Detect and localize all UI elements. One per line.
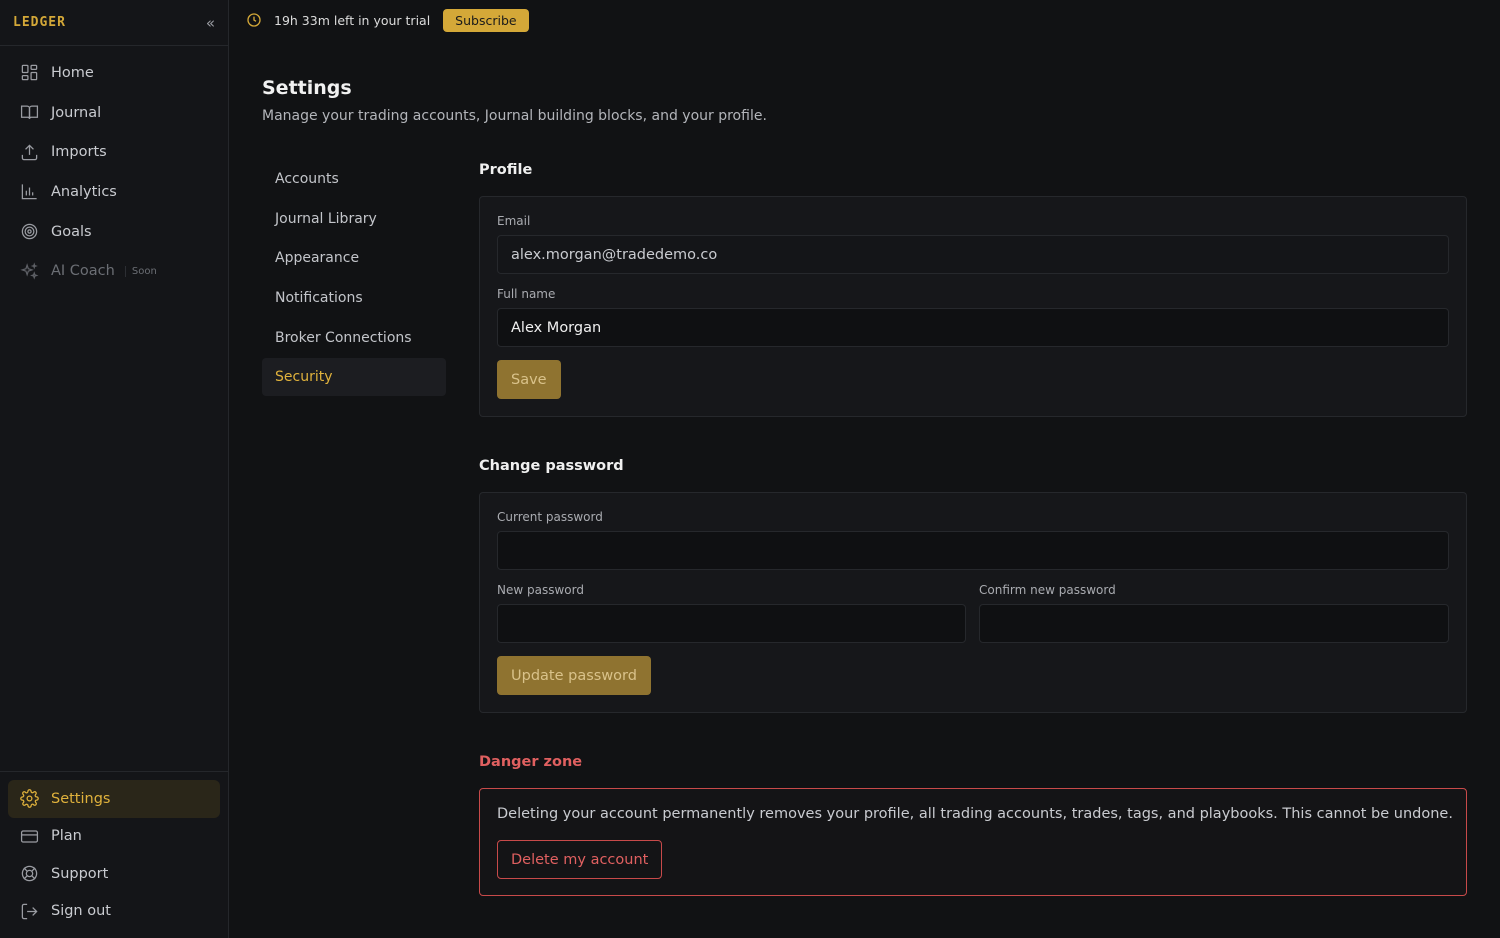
page-subtitle: Manage your trading accounts, Journal bu…: [262, 108, 767, 124]
sidebar-bottom: Settings Plan Support Sign out: [0, 771, 228, 938]
sidebar-item-plan[interactable]: Plan: [8, 818, 220, 856]
gear-icon: [20, 789, 39, 809]
sidebar-item-label: Settings: [51, 790, 111, 807]
nav-item-label: Imports: [51, 144, 107, 161]
settings-tab-accounts[interactable]: Accounts: [262, 160, 446, 198]
chevrons-left-icon[interactable]: «: [206, 14, 215, 32]
upload-icon: [21, 144, 38, 160]
change-password-section-title: Change password: [479, 458, 624, 474]
update-password-button[interactable]: Update password: [497, 656, 651, 695]
nav-item-label: Analytics: [51, 183, 117, 200]
main-nav: Home Journal Imports Analytics Goals AI …: [0, 46, 228, 291]
nav-item-ai-coach: AI Coach Soon: [0, 251, 228, 291]
email-label: Email: [497, 214, 531, 228]
grid-icon: [21, 65, 38, 81]
sidebar-item-label: Support: [51, 865, 109, 882]
sidebar-header: LEDGER «: [0, 0, 228, 46]
brand-logo: LEDGER: [13, 15, 66, 30]
confirm-password-label: Confirm new password: [979, 583, 1116, 597]
lifebuoy-icon: [21, 865, 38, 882]
settings-tab-notifications[interactable]: Notifications: [262, 279, 446, 317]
sidebar: LEDGER « Home Journal Imports Analytics …: [0, 0, 229, 938]
sidebar-item-label: Plan: [51, 828, 82, 845]
page-title: Settings: [262, 77, 352, 99]
current-password-field[interactable]: [497, 531, 1449, 570]
danger-zone-card: Deleting your account permanently remove…: [479, 788, 1467, 896]
settings-tab-broker-connections[interactable]: Broker Connections: [262, 319, 446, 357]
settings-nav: Accounts Journal Library Appearance Noti…: [262, 160, 446, 398]
bar-chart-icon: [21, 184, 37, 200]
credit-card-icon: [20, 830, 39, 843]
nav-item-label: Journal: [51, 104, 102, 121]
sidebar-item-support[interactable]: Support: [8, 855, 220, 893]
danger-zone-text: Deleting your account permanently remove…: [497, 806, 1453, 822]
change-password-card: Current password New password Confirm ne…: [479, 492, 1467, 713]
target-icon: [21, 223, 38, 240]
book-icon: [20, 105, 39, 119]
settings-tab-security[interactable]: Security: [262, 358, 446, 397]
new-password-field[interactable]: [497, 604, 966, 643]
sign-out-icon: [21, 903, 38, 920]
nav-item-label: Goals: [51, 223, 92, 240]
soon-badge: Soon: [124, 265, 157, 277]
new-password-label: New password: [497, 583, 584, 597]
clock-icon: [247, 13, 261, 27]
save-button[interactable]: Save: [497, 360, 561, 399]
nav-item-imports[interactable]: Imports: [0, 132, 228, 172]
current-password-label: Current password: [497, 510, 603, 524]
nav-item-label: Home: [51, 64, 94, 81]
delete-account-button[interactable]: Delete my account: [497, 840, 663, 879]
profile-card: Email Full name Save: [479, 196, 1467, 417]
subscribe-button[interactable]: Subscribe: [443, 8, 529, 32]
sparkles-icon: [20, 262, 39, 280]
settings-tab-appearance[interactable]: Appearance: [262, 239, 446, 277]
nav-item-goals[interactable]: Goals: [0, 212, 228, 252]
sidebar-item-sign-out[interactable]: Sign out: [8, 893, 220, 931]
profile-section-title: Profile: [479, 162, 533, 178]
nav-item-journal[interactable]: Journal: [0, 93, 228, 133]
confirm-password-field[interactable]: [979, 604, 1449, 643]
nav-item-label: AI Coach: [51, 263, 115, 280]
settings-tab-journal-library[interactable]: Journal Library: [262, 200, 446, 238]
main-content: 19h 33m left in your trial Subscribe Set…: [229, 0, 1500, 938]
full-name-label: Full name: [497, 287, 556, 301]
nav-item-analytics[interactable]: Analytics: [0, 172, 228, 212]
sidebar-item-label: Sign out: [51, 903, 111, 920]
email-field[interactable]: [497, 235, 1449, 274]
danger-zone-title: Danger zone: [479, 754, 583, 770]
full-name-field[interactable]: [497, 308, 1449, 347]
sidebar-item-settings[interactable]: Settings: [8, 780, 220, 818]
trial-text: 19h 33m left in your trial: [274, 12, 431, 28]
trial-banner: 19h 33m left in your trial Subscribe: [229, 0, 1500, 40]
nav-item-home[interactable]: Home: [0, 53, 228, 93]
